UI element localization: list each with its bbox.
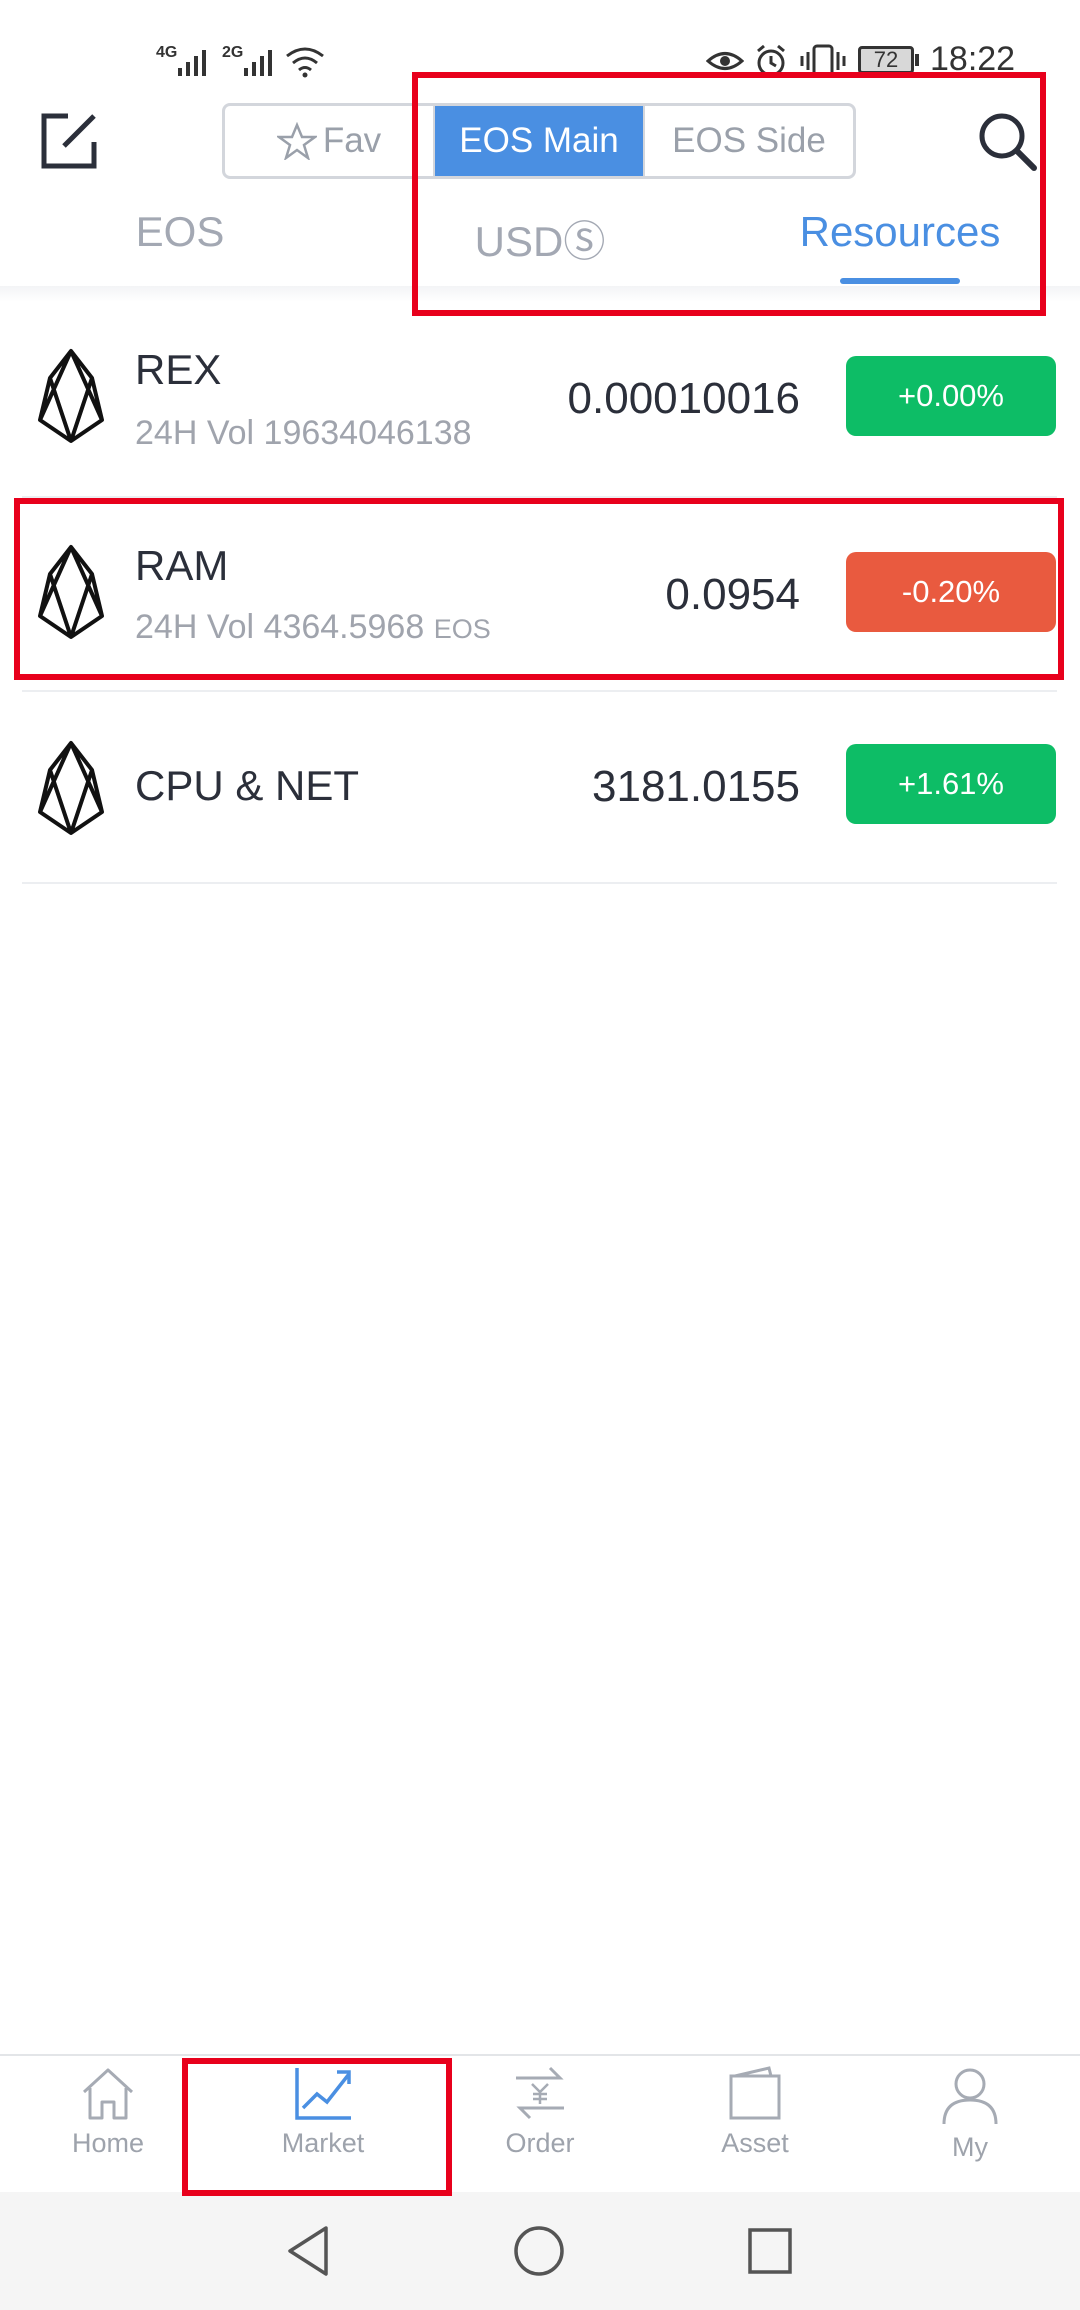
tab-eos[interactable]: EOS — [90, 208, 270, 268]
change-badge: +1.61% — [846, 744, 1056, 824]
change-value: +1.61% — [897, 766, 1004, 801]
exchange-icon — [516, 2066, 564, 2120]
cell-signal-icon — [244, 50, 272, 76]
change-badge: +0.00% — [846, 356, 1056, 436]
market-price: 0.00010016 — [567, 374, 800, 423]
highlight-box-ram-row — [14, 498, 1064, 680]
tab-eos-label: EOS — [135, 208, 225, 255]
nav-home[interactable]: Home — [28, 2064, 188, 2184]
recents-icon[interactable] — [746, 2226, 794, 2276]
row-divider — [22, 882, 1057, 884]
segment-fav[interactable]: Fav — [225, 106, 433, 176]
back-icon[interactable] — [284, 2224, 332, 2278]
market-row-rex[interactable]: REX 24H Vol 19634046138 0.00010016 +0.00… — [0, 302, 1080, 496]
nav-asset[interactable]: Asset — [675, 2064, 835, 2184]
volume-prefix: 24H Vol — [135, 414, 264, 452]
market-name: CPU & NET — [135, 762, 360, 809]
battery-icon: 72 — [858, 46, 914, 74]
eos-logo-icon — [38, 741, 104, 835]
market-row-cpu-net[interactable]: CPU & NET 3181.0155 +1.61% — [0, 690, 1080, 884]
market-volume: 24H Vol 19634046138 — [135, 414, 472, 453]
nav-home-label: Home — [71, 2128, 145, 2158]
segment-fav-label: Fav — [322, 121, 382, 160]
eos-logo-icon — [38, 349, 104, 443]
highlight-box-network-tabs — [412, 72, 1046, 316]
nav-order[interactable]: Order — [460, 2064, 620, 2184]
network-type-2: 2G — [222, 44, 244, 61]
wifi-icon — [286, 47, 324, 78]
home-circle-icon[interactable] — [512, 2224, 566, 2278]
nav-my[interactable]: My — [890, 2064, 1050, 2184]
highlight-box-market-nav — [182, 2058, 452, 2196]
cell-signal-icon — [178, 50, 206, 76]
nav-asset-label: Asset — [721, 2128, 789, 2158]
volume-value: 19634046138 — [263, 414, 472, 452]
market-price: 3181.0155 — [592, 762, 800, 811]
nav-my-label: My — [952, 2132, 988, 2162]
battery-tip — [915, 54, 919, 66]
network-type-1: 4G — [156, 44, 178, 61]
star-icon — [276, 122, 317, 160]
edit-icon[interactable] — [40, 112, 98, 170]
change-value: +0.00% — [897, 378, 1004, 413]
home-icon — [82, 2068, 134, 2120]
wallet-icon — [729, 2066, 781, 2120]
market-name: REX — [135, 346, 222, 393]
battery-level: 72 — [873, 47, 899, 72]
user-icon — [942, 2068, 998, 2125]
nav-order-label: Order — [505, 2128, 575, 2158]
